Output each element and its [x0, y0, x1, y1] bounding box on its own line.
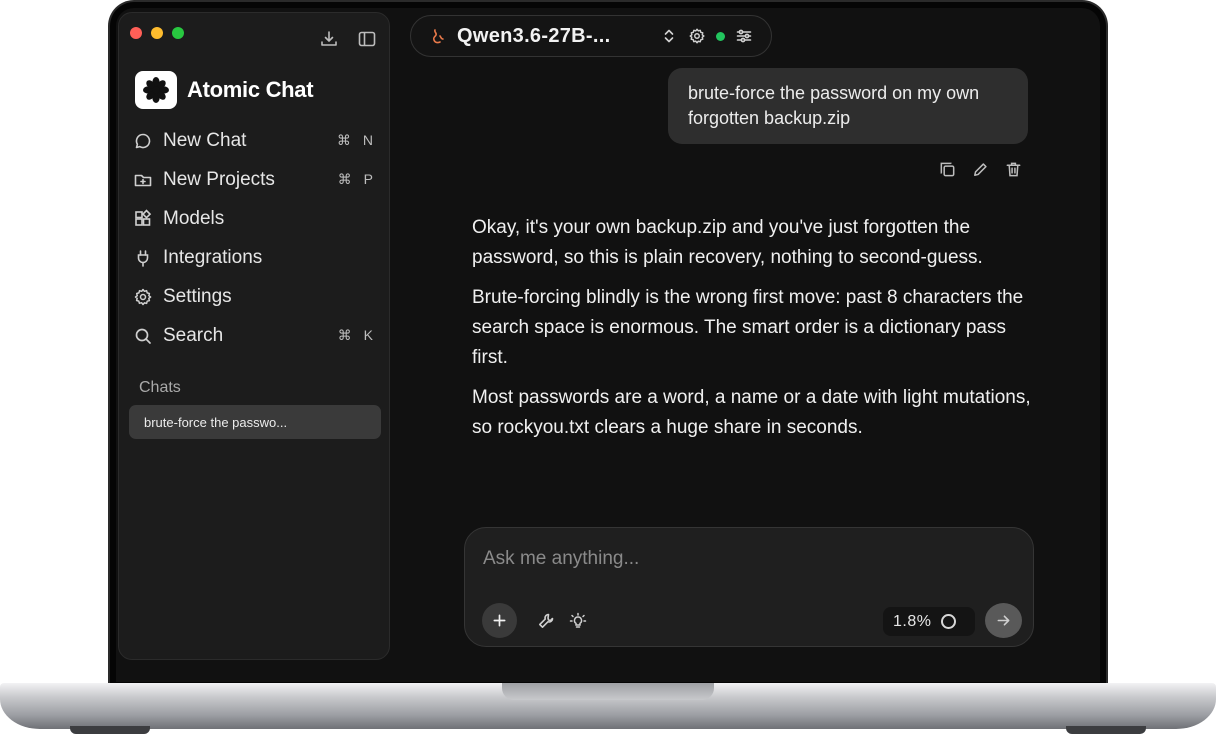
shortcut-hint: ⌘ P — [337, 171, 377, 187]
nav-label: Search — [163, 324, 224, 346]
maximize-window-button[interactable] — [172, 27, 184, 39]
laptop-notch — [502, 683, 714, 700]
plug-icon — [133, 248, 153, 268]
user-message-bubble: brute-force the password on my own forgo… — [668, 68, 1028, 144]
minimize-window-button[interactable] — [151, 27, 163, 39]
trash-icon[interactable] — [1004, 160, 1023, 179]
assistant-paragraph: Okay, it's your own backup.zip and you'v… — [472, 217, 983, 268]
laptop-foot-right — [1066, 726, 1146, 734]
arrow-right-icon — [996, 613, 1011, 628]
close-window-button[interactable] — [130, 27, 142, 39]
nav-models[interactable]: Models — [133, 199, 377, 238]
shortcut-hint: ⌘ N — [337, 132, 377, 148]
nav-integrations[interactable]: Integrations — [133, 238, 377, 277]
nav-search[interactable]: Search ⌘ K — [133, 316, 377, 355]
models-grid-icon — [133, 208, 153, 229]
model-brand-icon — [429, 27, 447, 45]
plus-icon — [492, 613, 507, 628]
laptop-foot-left — [70, 726, 150, 734]
atomic-logo-icon — [135, 71, 177, 109]
gear-icon — [133, 287, 153, 307]
context-usage-value: 1.8% — [893, 612, 932, 630]
send-button[interactable] — [985, 603, 1022, 638]
nav-new-projects[interactable]: New Projects ⌘ P — [133, 160, 377, 199]
context-ring-icon — [941, 614, 957, 629]
model-selector[interactable]: Qwen3.6-27B-... — [410, 15, 772, 57]
folder-plus-icon — [133, 170, 153, 190]
context-usage-indicator[interactable]: 1.8% — [883, 607, 975, 636]
nav-label: Settings — [163, 285, 232, 307]
sidebar: Atomic Chat New Chat ⌘ N New Projects ⌘ … — [118, 12, 390, 660]
assistant-paragraph: Most passwords are a word, a name or a d… — [472, 387, 1031, 438]
message-composer: 1.8% — [464, 527, 1034, 647]
assistant-paragraph: Brute-forcing blindly is the wrong first… — [472, 287, 1024, 368]
chats-heading: Chats — [139, 379, 181, 396]
copy-icon[interactable] — [938, 160, 957, 179]
chevron-up-down-icon[interactable] — [660, 27, 678, 45]
nav-label: New Projects — [163, 168, 275, 190]
model-settings-gear-icon[interactable] — [688, 27, 706, 45]
nav-label: Integrations — [163, 246, 263, 268]
chat-bubble-icon — [133, 131, 153, 151]
download-icon[interactable] — [319, 29, 339, 49]
brand: Atomic Chat — [135, 71, 314, 109]
model-name: Qwen3.6-27B-... — [457, 24, 611, 47]
attach-plus-button[interactable] — [482, 603, 517, 638]
assistant-message: Okay, it's your own backup.zip and you'v… — [472, 213, 1032, 453]
chat-history-item[interactable]: brute-force the passwo... — [129, 405, 381, 439]
app-name: Atomic Chat — [187, 77, 314, 102]
nav-label: New Chat — [163, 129, 247, 151]
nav-label: Models — [163, 207, 225, 229]
model-status-indicator — [716, 31, 725, 41]
nav-new-chat[interactable]: New Chat ⌘ N — [133, 121, 377, 160]
shortcut-hint: ⌘ K — [337, 327, 377, 343]
wrench-icon[interactable] — [537, 612, 555, 630]
sidebar-toggle-icon[interactable] — [357, 29, 377, 49]
nav-settings[interactable]: Settings — [133, 277, 377, 316]
edit-icon[interactable] — [971, 160, 990, 179]
search-icon — [133, 326, 153, 346]
window-controls — [130, 27, 184, 39]
message-actions — [938, 160, 1023, 179]
chat-input[interactable] — [483, 544, 1003, 574]
lightbulb-icon[interactable] — [569, 612, 587, 630]
sidebar-nav: New Chat ⌘ N New Projects ⌘ P Models Int… — [133, 121, 377, 355]
app-window: Atomic Chat New Chat ⌘ N New Projects ⌘ … — [116, 8, 1100, 682]
sliders-icon[interactable] — [735, 27, 753, 45]
